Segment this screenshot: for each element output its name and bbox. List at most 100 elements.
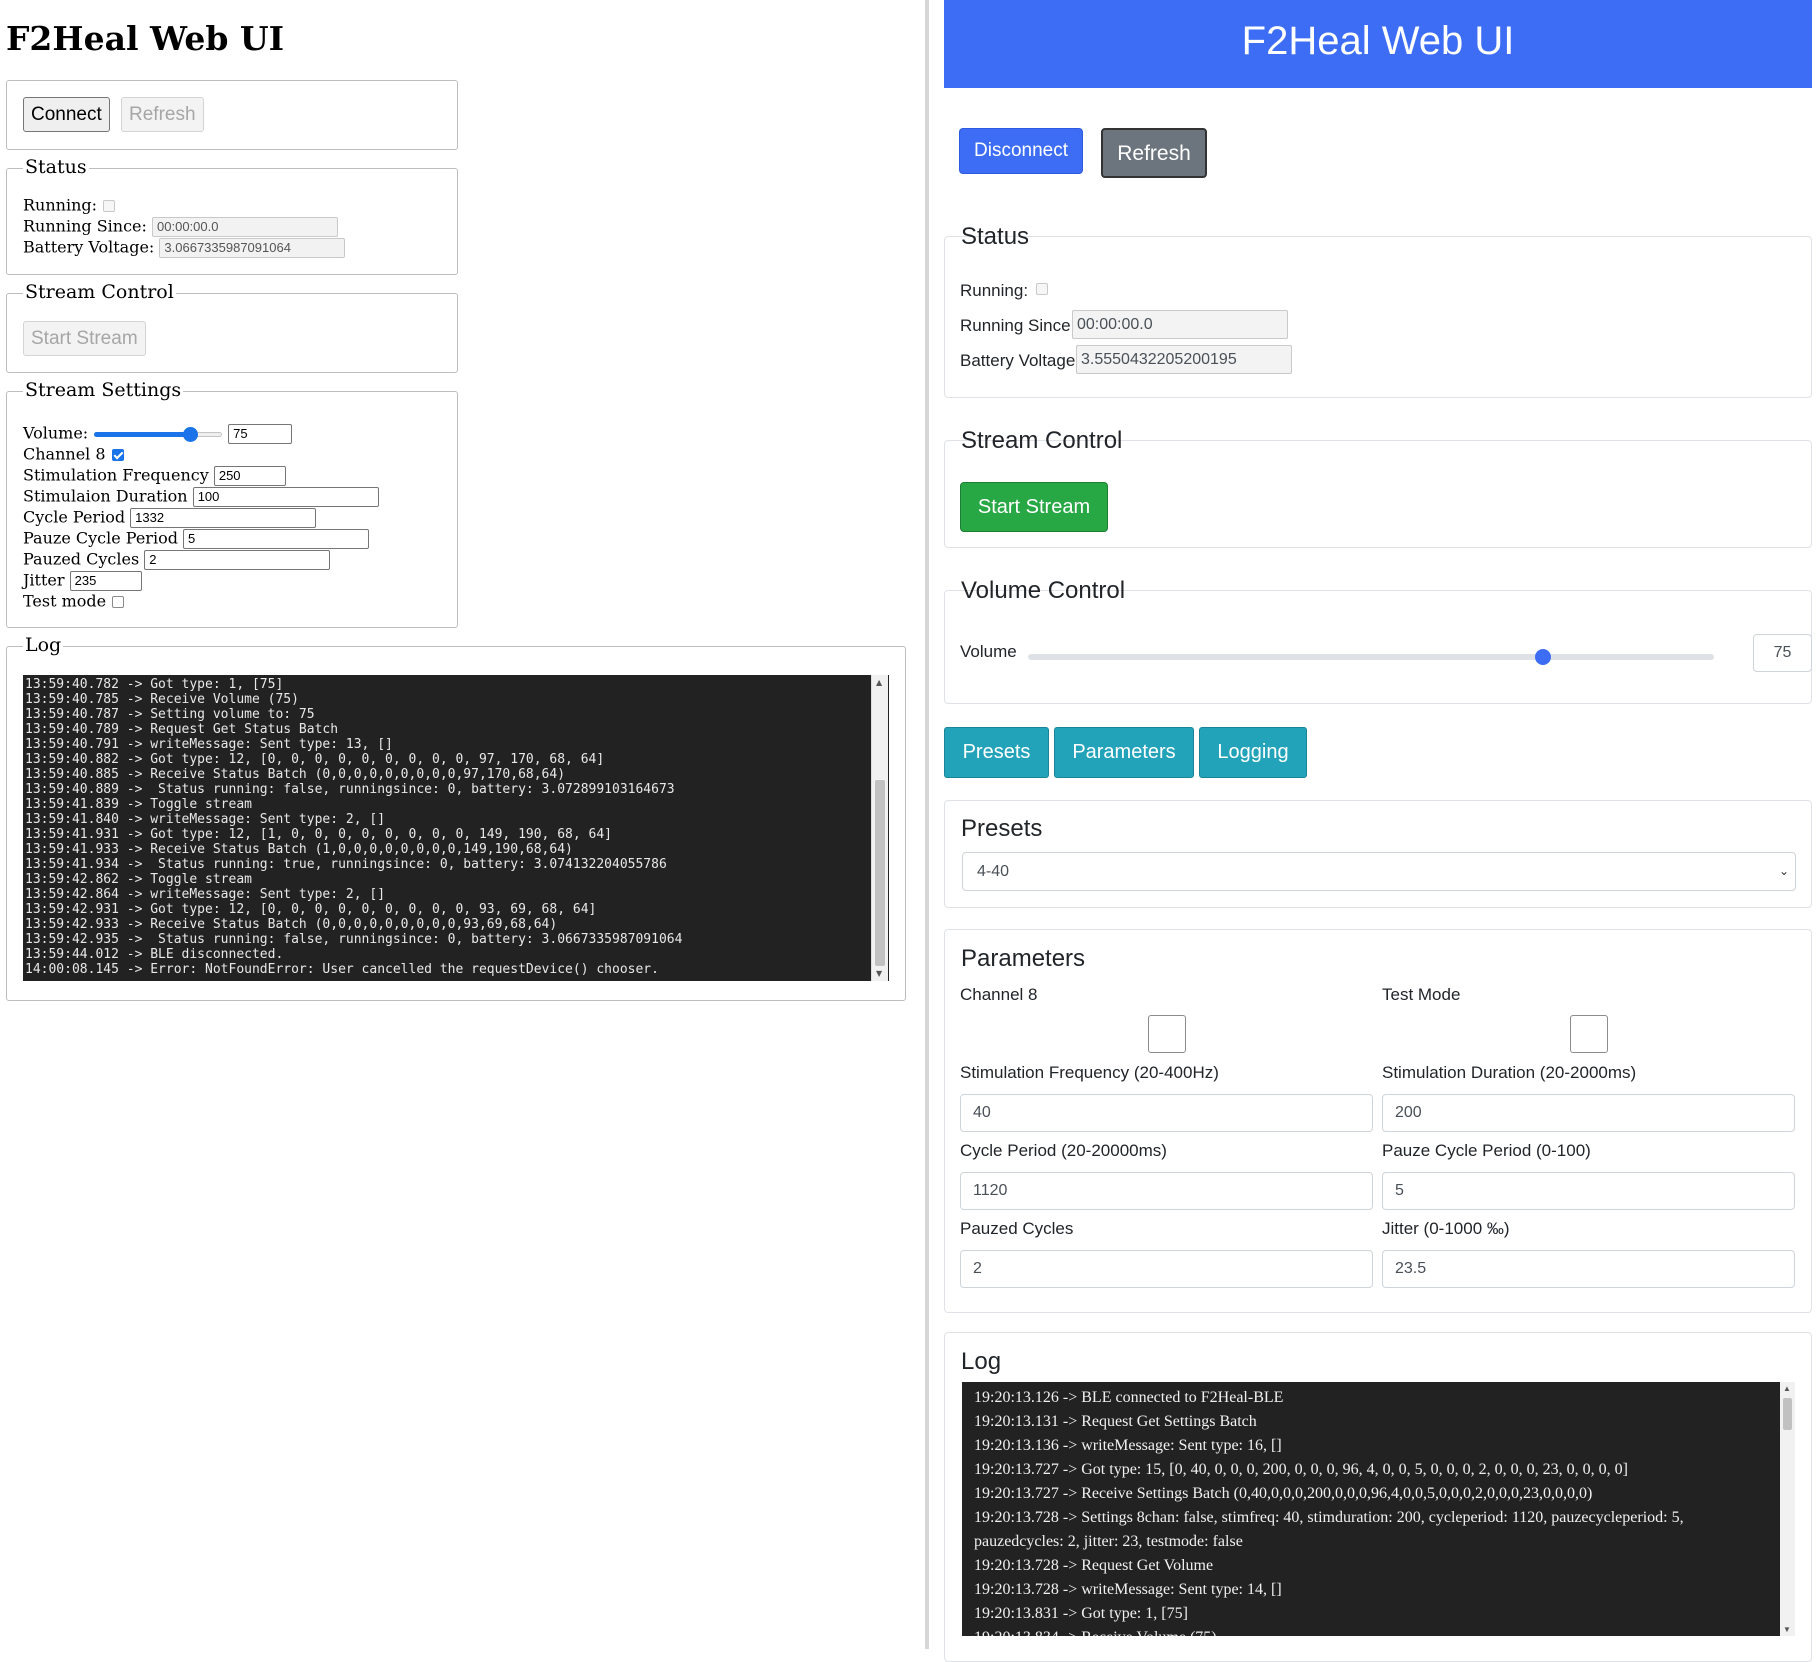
presets-title: Presets — [961, 815, 1043, 842]
channel8-checkbox[interactable] — [111, 448, 124, 461]
jitter-input-modern[interactable]: 23.5 — [1382, 1250, 1795, 1288]
cycle-row: Cycle Period 1332 — [23, 507, 317, 528]
stim-dur-input-modern[interactable]: 200 — [1382, 1094, 1795, 1132]
running-since-input[interactable]: 00:00:00.0 — [152, 216, 339, 237]
paused-label: Pauzed Cycles — [23, 549, 140, 569]
volume-control-title: Volume Control — [961, 577, 1126, 604]
battery-row: Battery Voltage: 3.0667335987091064 — [23, 237, 346, 258]
log-line: 13:59:40.889 -> Status running: false, r… — [25, 782, 675, 797]
pauze-label: Pauze Cycle Period — [23, 528, 178, 548]
stim-dur-input[interactable]: 100 — [192, 486, 379, 507]
log-line: 19:20:13.728 -> Request Get Volume — [974, 1557, 1214, 1574]
volume-control-card: Volume Control Volume 75 — [944, 577, 1812, 704]
stream-control-legend: Stream Control — [23, 281, 176, 303]
log-line: 13:59:44.012 -> BLE disconnected. — [25, 947, 284, 962]
scroll-up-icon[interactable]: ▲ — [876, 678, 882, 687]
status-fieldset: Status Running: Running Since: 00:00:00.… — [6, 156, 458, 275]
tab-logging[interactable]: Logging — [1199, 727, 1307, 778]
log-legend: Log — [23, 634, 64, 656]
volume-label-modern: Volume — [960, 642, 1017, 661]
log-line: 19:20:13.728 -> Settings 8chan: false, s… — [974, 1509, 1684, 1550]
running-since-input-modern[interactable]: 00:00:00.0 — [1072, 310, 1288, 339]
scroll-thumb[interactable] — [1783, 1398, 1792, 1430]
stream-settings-legend: Stream Settings — [23, 379, 184, 401]
chevron-down-icon: ⌄ — [1778, 864, 1789, 878]
log-line: 19:20:13.131 -> Request Get Settings Bat… — [974, 1413, 1257, 1430]
battery-input-modern[interactable]: 3.5550432205200195 — [1076, 345, 1292, 374]
pauze-row: Pauze Cycle Period 5 — [23, 528, 370, 549]
paused-input-modern[interactable]: 2 — [960, 1250, 1373, 1288]
test-mode-checkbox-modern[interactable] — [1570, 1015, 1608, 1053]
running-checkbox-modern[interactable] — [1036, 283, 1048, 295]
status-title: Status — [961, 223, 1030, 250]
log-line: 19:20:13.834 -> Receive Volume (75) — [974, 1626, 1754, 1636]
app-header: F2Heal Web UI — [944, 0, 1812, 88]
test-mode-checkbox[interactable] — [112, 595, 125, 608]
log-line: 19:20:13.727 -> Receive Settings Batch (… — [974, 1485, 1593, 1502]
log-textarea-modern[interactable]: 19:20:13.126 -> BLE connected to F2Heal-… — [962, 1382, 1780, 1636]
legacy-ui-panel: F2Heal Web UI Connect Refresh Status Run… — [0, 0, 925, 1649]
log-line: 13:59:40.789 -> Request Get Status Batch — [25, 722, 339, 737]
channel8-label-modern: Channel 8 — [960, 985, 1038, 1004]
volume-slider-modern[interactable] — [1028, 649, 1714, 665]
paused-input[interactable]: 2 — [144, 549, 331, 570]
log-line: 19:20:13.831 -> Got type: 1, [75] — [974, 1605, 1188, 1622]
stim-dur-row: Stimulaion Duration 100 — [23, 486, 379, 507]
log-line: 14:00:08.145 -> Error: NotFoundError: Us… — [25, 962, 659, 977]
log-scrollbar-modern[interactable]: ▲ ▼ — [1780, 1382, 1795, 1636]
log-line: 19:20:13.136 -> writeMessage: Sent type:… — [974, 1437, 1282, 1454]
stream-control-title: Stream Control — [961, 427, 1123, 454]
channel8-checkbox-modern[interactable] — [1148, 1015, 1186, 1053]
log-line: 13:59:42.933 -> Receive Status Batch (0,… — [25, 917, 558, 932]
log-line: 13:59:41.839 -> Toggle stream — [25, 797, 252, 812]
cycle-input-modern[interactable]: 1120 — [960, 1172, 1373, 1210]
paused-row: Pauzed Cycles 2 — [23, 549, 331, 570]
paused-label-modern: Pauzed Cycles — [960, 1219, 1074, 1238]
volume-row: Volume: 75 — [23, 423, 293, 444]
scroll-down-icon[interactable]: ▼ — [876, 969, 882, 978]
channel8-row: Channel 8 — [23, 444, 124, 464]
running-label-modern: Running: — [960, 281, 1029, 300]
stim-freq-input[interactable]: 250 — [213, 465, 286, 486]
tab-presets[interactable]: Presets — [944, 727, 1049, 778]
log-line: 19:20:13.727 -> Got type: 15, [0, 40, 0,… — [974, 1461, 1628, 1478]
stream-control-fieldset: Stream Control Start Stream — [6, 281, 458, 373]
refresh-button[interactable]: Refresh — [121, 97, 204, 132]
cycle-input[interactable]: 1332 — [130, 507, 317, 528]
battery-input[interactable]: 3.0667335987091064 — [159, 237, 346, 258]
log-line: 13:59:40.787 -> Setting volume to: 75 — [25, 707, 315, 722]
log-line: 13:59:41.933 -> Receive Status Batch (1,… — [25, 842, 573, 857]
stim-freq-input-modern[interactable]: 40 — [960, 1094, 1373, 1132]
start-stream-button[interactable]: Start Stream — [23, 321, 146, 356]
disconnect-button[interactable]: Disconnect — [959, 128, 1083, 174]
scroll-down-icon[interactable]: ▼ — [1783, 1625, 1791, 1634]
stim-freq-label-modern: Stimulation Frequency (20-400Hz) — [960, 1063, 1219, 1082]
running-checkbox[interactable] — [103, 199, 116, 212]
volume-value-box[interactable]: 75 — [1753, 634, 1812, 672]
stim-freq-label: Stimulation Frequency — [23, 465, 209, 485]
scroll-up-icon[interactable]: ▲ — [1783, 1384, 1791, 1393]
jitter-input[interactable]: 235 — [69, 570, 142, 591]
volume-input[interactable]: 75 — [228, 423, 293, 444]
connect-button[interactable]: Connect — [23, 97, 110, 132]
connection-fieldset: Connect Refresh — [6, 80, 458, 150]
test-mode-row: Test mode — [23, 591, 125, 611]
stim-dur-label: Stimulaion Duration — [23, 486, 188, 506]
log-scrollbar[interactable]: ▲ ▼ — [871, 675, 888, 981]
pauze-input-modern[interactable]: 5 — [1382, 1172, 1795, 1210]
volume-slider[interactable] — [94, 426, 223, 442]
log-line: 13:59:40.785 -> Receive Volume (75) — [25, 692, 299, 707]
tab-parameters[interactable]: Parameters — [1054, 727, 1194, 778]
log-line: 13:59:42.931 -> Got type: 12, [0, 0, 0, … — [25, 902, 597, 917]
preset-select[interactable]: 4-40 ⌄ — [962, 852, 1796, 891]
scroll-thumb[interactable] — [875, 780, 885, 966]
test-mode-label-modern: Test Mode — [1382, 985, 1461, 1004]
test-mode-label: Test mode — [23, 591, 107, 611]
jitter-label-modern: Jitter (0-1000 ‰) — [1382, 1219, 1510, 1238]
log-line: 13:59:40.791 -> writeMessage: Sent type:… — [25, 737, 393, 752]
pauze-input[interactable]: 5 — [183, 528, 370, 549]
channel8-label: Channel 8 — [23, 444, 106, 464]
start-stream-button-modern[interactable]: Start Stream — [960, 482, 1108, 532]
refresh-button-modern[interactable]: Refresh — [1101, 128, 1207, 178]
log-textarea[interactable]: 13:59:40.782 -> Got type: 1, [75] 13:59:4… — [23, 675, 889, 981]
